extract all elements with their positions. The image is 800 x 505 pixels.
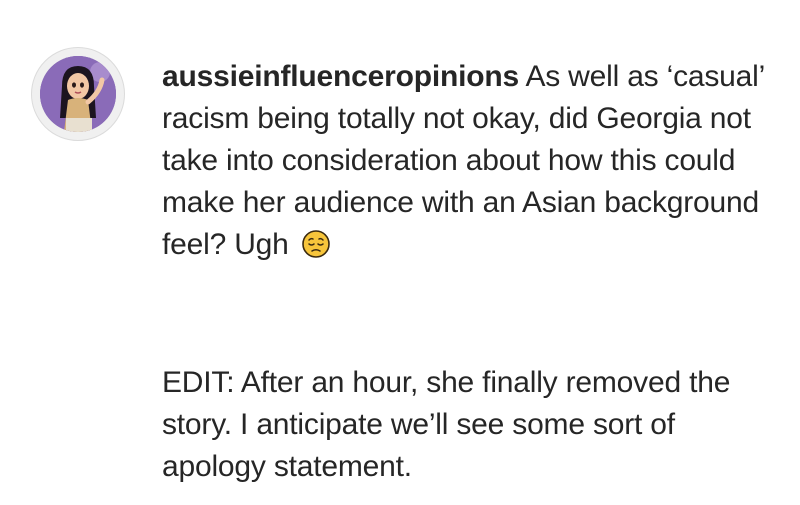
- comment-text-first: As well as: [525, 60, 659, 93]
- pensive-face-icon: [301, 229, 331, 259]
- comment-body: aussieinfluenceropinions As well as ‘cas…: [162, 56, 782, 266]
- comment-edit-text: EDIT: After an hour, she finally removed…: [162, 366, 731, 483]
- comment: aussieinfluenceropinions As well as ‘cas…: [0, 0, 800, 505]
- avatar[interactable]: [40, 56, 116, 132]
- username-link[interactable]: aussieinfluenceropinions: [162, 60, 519, 93]
- avatar-illustration: [40, 56, 116, 132]
